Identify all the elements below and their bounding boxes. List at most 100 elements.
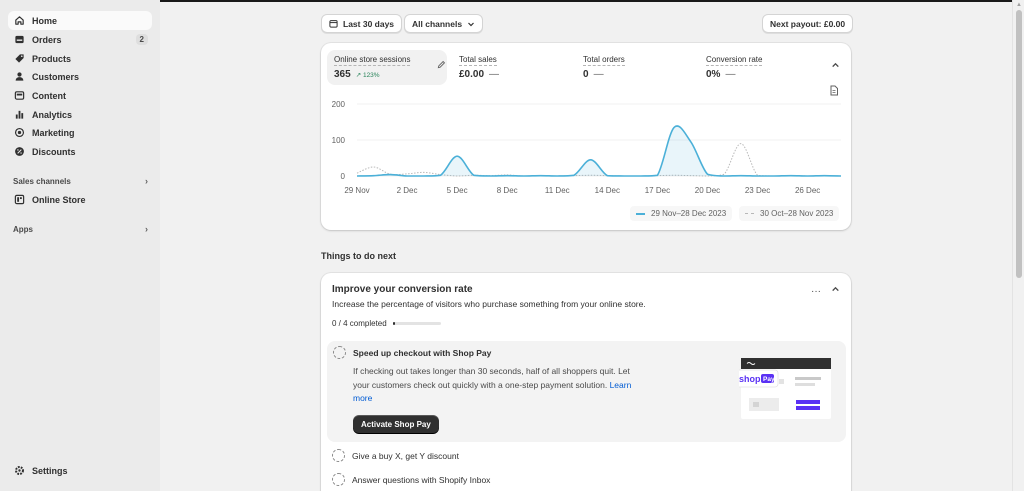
sidebar-item-content[interactable]: Content — [8, 86, 152, 105]
sidebar-item-analytics[interactable]: Analytics — [8, 105, 152, 124]
sidebar-item-settings[interactable]: Settings — [8, 461, 152, 480]
sidebar-item-label: Products — [32, 53, 72, 64]
activate-shop-pay-button[interactable]: Activate Shop Pay — [353, 415, 439, 433]
analytics-card: Online store sessions 365 ↗ 123% Total s… — [321, 43, 851, 230]
y-tick-label: 0 — [341, 172, 346, 181]
sidebar-item-customers[interactable]: Customers — [8, 67, 152, 86]
task-label: Give a buy X, get Y discount — [352, 450, 459, 461]
channels-dropdown[interactable]: All channels — [404, 14, 484, 33]
chevron-right-icon: › — [145, 176, 148, 186]
marketing-icon — [14, 127, 25, 138]
sidebar-item-label: Marketing — [32, 127, 75, 138]
legend-item-current[interactable]: 29 Nov–28 Dec 2023 — [630, 206, 733, 221]
progress-text: 0 / 4 completed — [332, 319, 387, 328]
sidebar-item-online-store[interactable]: Online Store — [8, 190, 152, 209]
sidebar-item-label: Analytics — [32, 109, 73, 120]
chevron-right-icon: › — [145, 224, 148, 234]
sidebar-item-orders[interactable]: Orders 2 — [8, 30, 152, 49]
legend-label: 30 Oct–28 Nov 2023 — [760, 209, 834, 218]
next-payout-button[interactable]: Next payout: £0.00 — [762, 14, 854, 33]
calendar-icon — [329, 19, 338, 28]
learn-more-link[interactable]: more — [353, 393, 372, 403]
featured-task-text: If checking out takes longer than 30 sec… — [353, 365, 673, 406]
task-label: Answer questions with Shopify Inbox — [352, 474, 491, 485]
channels-label: All channels — [412, 18, 463, 29]
chart-x-ticks: 29 Nov 2 Dec 5 Dec 8 Dec 11 Dec 14 Dec 17 Dec 2… — [344, 186, 820, 195]
task-card: Improve your conversion rate ··· Increas… — [321, 273, 851, 491]
analytics-icon — [14, 109, 25, 120]
progress-track — [392, 322, 441, 325]
next-payout-label: Next payout: £0.00 — [770, 18, 846, 29]
x-tick-label: 23 Dec — [745, 186, 770, 195]
sales-channels-header[interactable]: Sales channels › — [13, 174, 152, 188]
featured-task-title-text: Speed up checkout with Shop Pay — [353, 347, 492, 358]
illus-accent-bar — [796, 406, 820, 410]
gear-icon — [14, 465, 25, 476]
task-status-circle-icon[interactable] — [332, 473, 345, 486]
sessions-line-chart: 200 100 0 29 Nov 2 Dec 5 Dec 8 Dec 11 Dec 14 De… — [332, 100, 842, 195]
legend-swatch — [636, 212, 645, 215]
apps-header[interactable]: Apps › — [13, 222, 152, 236]
x-tick-label: 14 Dec — [595, 186, 620, 195]
scrollbar-thumb[interactable] — [1016, 10, 1022, 278]
online-store-icon — [14, 194, 25, 205]
date-range-label: Last 30 days — [343, 18, 395, 29]
sidebar-item-label: Online Store — [32, 194, 86, 205]
products-icon — [14, 53, 25, 64]
sidebar: Home Orders 2 Products Customers Content… — [0, 0, 160, 491]
sidebar-item-label: Orders — [32, 34, 62, 45]
chevron-down-icon — [467, 20, 475, 28]
x-tick-label: 29 Nov — [344, 186, 369, 195]
task-row[interactable]: Answer questions with Shopify Inbox — [332, 473, 490, 486]
legend-swatch — [745, 213, 754, 214]
x-tick-label: 17 Dec — [645, 186, 670, 195]
task-status-circle-icon[interactable] — [332, 449, 345, 462]
progress-indicator: 0 / 4 completed — [332, 319, 441, 328]
sidebar-item-marketing[interactable]: Marketing — [8, 123, 152, 142]
chart-grid — [357, 103, 841, 177]
sidebar-item-label: Discounts — [32, 146, 76, 157]
legend-label: 29 Nov–28 Dec 2023 — [651, 209, 727, 218]
sidebar-item-label: Content — [32, 90, 66, 101]
featured-text-line: If checking out takes longer than 30 sec… — [353, 366, 630, 376]
customers-icon — [14, 71, 25, 82]
page-scrollbar[interactable]: ▲ — [1012, 0, 1024, 491]
chevron-up-icon[interactable] — [831, 285, 840, 297]
x-tick-label: 5 Dec — [447, 186, 468, 195]
featured-task-title: Speed up checkout with Shop Pay — [333, 346, 491, 359]
orders-icon — [14, 34, 25, 45]
featured-text-line: your customers check out quickly with a … — [353, 379, 608, 390]
card-actions: ··· — [811, 285, 840, 297]
x-tick-label: 26 Dec — [795, 186, 820, 195]
progress-fill — [392, 322, 396, 325]
sidebar-item-label: Home — [32, 15, 58, 26]
content-icon — [14, 90, 25, 101]
discounts-icon — [14, 146, 25, 157]
legend-item-previous[interactable]: 30 Oct–28 Nov 2023 — [739, 206, 840, 221]
series-area-current — [357, 125, 841, 176]
x-tick-label: 20 Dec — [695, 186, 720, 195]
sidebar-item-products[interactable]: Products — [8, 49, 152, 68]
shop-pay-illustration: shop Pay — [739, 358, 831, 419]
more-actions-icon[interactable]: ··· — [811, 286, 821, 297]
orders-count-badge: 2 — [135, 34, 148, 45]
sidebar-item-label: Customers — [32, 71, 80, 82]
scroll-up-icon[interactable]: ▲ — [1016, 2, 1022, 8]
illus-accent-bar — [796, 400, 820, 404]
x-tick-label: 8 Dec — [497, 186, 518, 195]
task-row[interactable]: Give a buy X, get Y discount — [332, 449, 459, 462]
sales-channels-label: Sales channels — [13, 176, 71, 186]
sidebar-item-discounts[interactable]: Discounts — [8, 142, 152, 161]
things-to-do-heading: Things to do next — [321, 251, 396, 261]
sidebar-item-home[interactable]: Home — [8, 11, 152, 30]
shop-logo-text: shop — [739, 374, 761, 384]
featured-task-panel[interactable]: Speed up checkout with Shop Pay If check… — [327, 341, 846, 442]
top-border — [160, 0, 1012, 2]
pay-badge-text: Pay — [763, 376, 775, 383]
task-status-circle-icon[interactable] — [333, 346, 346, 359]
learn-more-link[interactable]: Learn — [610, 380, 632, 390]
date-range-button[interactable]: Last 30 days — [321, 14, 403, 33]
home-icon — [14, 15, 25, 26]
y-tick-label: 200 — [332, 100, 346, 109]
y-tick-label: 100 — [332, 136, 346, 145]
